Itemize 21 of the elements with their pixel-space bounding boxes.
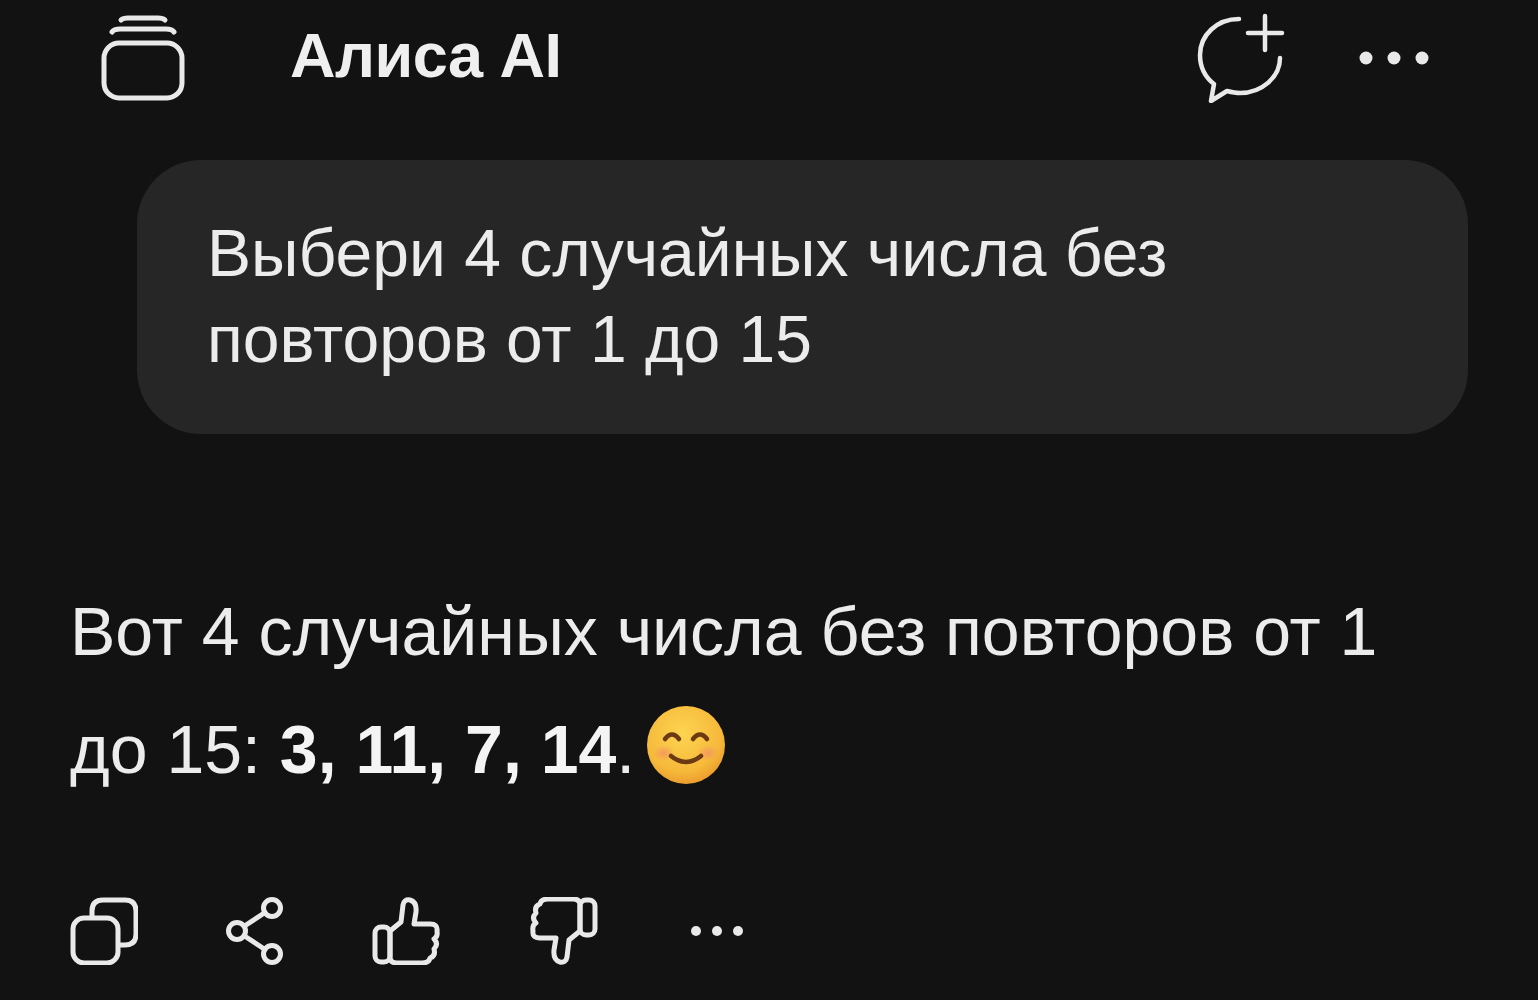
copy-icon [70,897,138,965]
answer-text: Вот 4 случайных числа без повторов от 1 [70,592,1378,671]
answer-text: до 15: 3, 11, 7, 14. [70,710,636,789]
thumbs-down-icon [528,897,598,965]
share-icon [224,896,286,966]
ellipsis-icon [690,925,744,937]
more-button[interactable] [1358,50,1430,66]
thumbs-up-icon [372,897,442,965]
dislike-button[interactable] [528,897,598,965]
smiling-face-icon [647,706,726,784]
ellipsis-icon [1358,50,1430,66]
copy-button[interactable] [70,897,138,965]
new-chat-button[interactable] [1196,13,1286,103]
like-button[interactable] [372,897,442,965]
share-button[interactable] [224,896,286,966]
app-title: Алиса AI [290,19,562,91]
stacked-cards-icon [100,15,186,101]
speech-bubble-plus-icon [1196,13,1286,103]
more-button[interactable] [690,925,744,937]
message-text: Выбери 4 случайных числа без повторов от 1 до 15 [207,216,1168,376]
chats-button[interactable] [100,15,186,101]
